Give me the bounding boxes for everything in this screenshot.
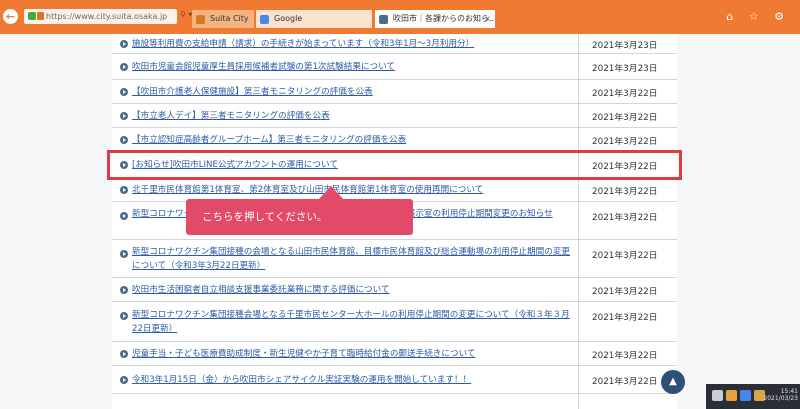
news-link[interactable]: 【市立認知症高齢者グループホーム】第三者モニタリングの評価を公表 xyxy=(132,133,578,147)
bullet-arrow-icon xyxy=(120,376,128,384)
news-date: 2021年3月23日 xyxy=(592,64,658,74)
bullet-arrow-icon xyxy=(120,63,128,71)
news-date: 2021年3月23日 xyxy=(592,41,658,51)
clock-time: 15:41 xyxy=(780,388,798,395)
news-link[interactable]: 吹田市児童会館児童厚生員採用候補者試験の第1次試験結果について xyxy=(132,60,578,74)
taskbar-tray: 15:41 2021/03/23 xyxy=(706,384,800,409)
tab-favicon-icon xyxy=(379,15,388,24)
back-arrow-icon[interactable]: ← xyxy=(3,9,18,24)
address-bar[interactable]: https://www.city.suita.osaka.jp xyxy=(24,9,177,24)
google-icon xyxy=(260,15,269,24)
tab-close-icon[interactable]: × xyxy=(484,10,491,28)
news-link[interactable]: 令和3年1月15日（金）から吹田市シェアサイクル実証実験の運用を開始しています！… xyxy=(132,373,578,387)
news-row[interactable]: 新型コロナワクチン集団接種会場となる千里市民センター大ホールの利用停止期間の変更… xyxy=(112,302,677,342)
news-date: 2021年3月22日 xyxy=(592,351,658,361)
browser-toolbar-icons[interactable]: ⌂ ☆ ⚙ xyxy=(726,10,790,23)
news-row[interactable]: 新型コロナワクチン集団接種の会場となる山田市民体育館、目標市民体育館及び総合運動… xyxy=(112,240,677,278)
news-date: 2021年3月22日 xyxy=(592,113,658,123)
tab-suita-city[interactable]: Suita City xyxy=(192,10,254,28)
news-link[interactable]: 新型コロナワクチン集団接種の会場となる山田市民体育館、目標市民体育館及び総合運動… xyxy=(132,245,578,273)
tab-label: Suita City xyxy=(210,14,249,23)
news-row[interactable]: 吹田市児童会館児童厚生員採用候補者試験の第1次試験結果について 2021年3月2… xyxy=(112,54,677,80)
news-row[interactable]: 令和3年1月15日（金）から吹田市シェアサイクル実証実験の運用を開始しています！… xyxy=(112,366,677,394)
news-date: 2021年3月22日 xyxy=(592,137,658,147)
tray-app-icon[interactable] xyxy=(740,390,751,401)
address-text: https://www.city.suita.osaka.jp xyxy=(46,12,168,21)
news-date: 2021年3月22日 xyxy=(592,287,658,297)
news-link[interactable]: 北千里市民体育館第1体育室、第2体育室及び山田市民体育館第1体育室の使用再開につ… xyxy=(132,183,578,197)
bullet-arrow-icon xyxy=(120,186,128,194)
highlight-box xyxy=(107,150,682,180)
bullet-arrow-icon xyxy=(120,88,128,96)
news-date: 2021年3月22日 xyxy=(592,89,658,99)
news-date: 2021年3月22日 xyxy=(592,213,658,223)
bullet-arrow-icon xyxy=(120,350,128,358)
tray-folder-icon[interactable] xyxy=(726,390,737,401)
news-link[interactable]: 児童手当・子ども医療費助成制度・新生児健やか子育て臨時給付金の郵送手続きについて xyxy=(132,347,578,361)
instruction-callout: こちらを押してください。 xyxy=(186,199,413,235)
bullet-arrow-icon xyxy=(120,312,128,320)
news-link[interactable]: 施設等利用費の支給申請（請求）の手続きが始まっています（令和3年1月～3月利用分… xyxy=(132,37,578,51)
news-row[interactable]: 【吹田市介護老人保健施設】第三者モニタリングの評価を公表 2021年3月22日 xyxy=(112,80,677,104)
tab-favicon-icon xyxy=(196,15,205,24)
bullet-arrow-icon xyxy=(120,40,128,48)
tab-label: Google xyxy=(274,14,303,23)
lock-icon xyxy=(28,12,36,20)
tray-network-icon[interactable] xyxy=(712,390,723,401)
news-row[interactable]: 【市立認知症高齢者グループホーム】第三者モニタリングの評価を公表 2021年3月… xyxy=(112,128,677,152)
news-row[interactable]: 【市立老人デイ】第三者モニタリングの評価を公表 2021年3月22日 xyxy=(112,104,677,128)
tray-clock[interactable]: 15:41 2021/03/23 xyxy=(763,388,798,402)
news-date: 2021年3月22日 xyxy=(592,251,658,261)
news-date: 2021年3月22日 xyxy=(592,313,658,323)
tab-google[interactable]: Google xyxy=(256,10,372,28)
bullet-arrow-icon xyxy=(120,286,128,294)
news-link[interactable]: 吹田市生活困窮者自立相談支援事業委託業務に関する評価について xyxy=(132,283,578,297)
bullet-arrow-icon xyxy=(120,250,128,258)
tab-suita-notices[interactable]: 吹田市｜各課からのお知ら... × xyxy=(375,10,495,28)
news-row[interactable]: 児童手当・子ども医療費助成制度・新生児健やか子育て臨時給付金の郵送手続きについて… xyxy=(112,342,677,366)
site-favicon-icon xyxy=(37,12,44,20)
bullet-arrow-icon xyxy=(120,112,128,120)
news-link[interactable]: 【吹田市介護老人保健施設】第三者モニタリングの評価を公表 xyxy=(132,85,578,99)
news-date: 2021年3月22日 xyxy=(592,187,658,197)
callout-pointer xyxy=(318,186,344,200)
news-row[interactable]: 吹田市生活困窮者自立相談支援事業委託業務に関する評価について 2021年3月22… xyxy=(112,278,677,302)
news-link[interactable]: 【市立老人デイ】第三者モニタリングの評価を公表 xyxy=(132,109,578,123)
screenshot-root: ← https://www.city.suita.osaka.jp ⚲ ▾ ⟳ … xyxy=(0,0,800,409)
clock-date: 2021/03/23 xyxy=(763,395,798,402)
news-row[interactable]: 施設等利用費の支給申請（請求）の手続きが始まっています（令和3年1月～3月利用分… xyxy=(112,34,677,54)
bullet-arrow-icon xyxy=(120,212,128,220)
news-link[interactable]: 新型コロナワクチン集団接種会場となる千里市民センター大ホールの利用停止期間の変更… xyxy=(132,308,578,336)
scroll-to-top-button[interactable]: ▲ xyxy=(661,370,685,394)
browser-chrome: ← https://www.city.suita.osaka.jp ⚲ ▾ ⟳ … xyxy=(0,0,800,34)
tab-label: 吹田市｜各課からのお知ら... xyxy=(393,14,495,23)
bullet-arrow-icon xyxy=(120,136,128,144)
